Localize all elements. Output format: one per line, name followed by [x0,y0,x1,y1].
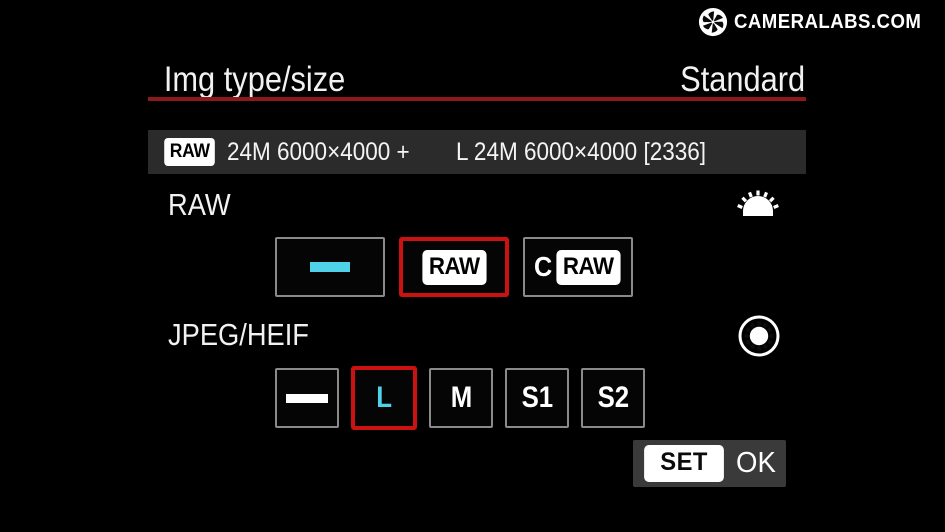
raw-options-row: RAW C RAW [275,237,633,297]
header-mode-value: Standard [680,60,806,99]
jpeg-option-label: S2 [597,381,629,414]
set-ok-button[interactable]: SET OK [633,440,787,487]
page-title: Img type/size [163,60,346,99]
header-divider [148,97,806,101]
jpeg-option-label: M [450,381,472,414]
aperture-icon [698,7,727,37]
jpeg-section-label: JPEG/HEIF [168,317,309,352]
watermark-text: CAMERALABS.COM [733,10,921,33]
ok-label: OK [736,447,776,479]
jpeg-option-none[interactable] [275,368,339,428]
raw-badge-label: RAW [422,249,486,285]
raw-summary-text: 24M 6000×4000 + [227,137,411,166]
raw-badge-icon: RAW [164,138,216,166]
image-quality-summary-bar: RAW 24M 6000×4000 + L 24M 6000×4000 [233… [148,130,806,174]
craw-prefix-label: C [534,251,553,282]
jpeg-summary-text: L 24M 6000×4000 [2336] [456,137,707,166]
jpeg-option-label: S1 [521,381,553,414]
set-badge-label: SET [644,445,725,482]
main-dial-icon [737,190,779,216]
raw-option-none[interactable] [275,237,385,297]
craw-composite: C RAW [533,249,623,285]
jpeg-option-s2[interactable]: S2 [581,368,645,428]
craw-badge-label: RAW [556,249,621,285]
raw-option-craw[interactable]: C RAW [523,237,633,297]
jpeg-option-s1[interactable]: S1 [505,368,569,428]
quick-control-dial-icon [738,315,780,357]
jpeg-option-label: L [376,381,392,414]
jpeg-option-m[interactable]: M [429,368,493,428]
dash-icon [310,262,350,272]
raw-section-label: RAW [168,187,231,222]
jpeg-option-l[interactable]: L [351,366,417,430]
jpeg-options-row: L M S1 S2 [275,366,645,430]
raw-option-raw[interactable]: RAW [399,237,509,297]
cameralabs-watermark: CAMERALABS.COM [698,6,935,38]
dash-icon [286,393,328,403]
menu-header: Img type/size Standard [148,47,806,97]
